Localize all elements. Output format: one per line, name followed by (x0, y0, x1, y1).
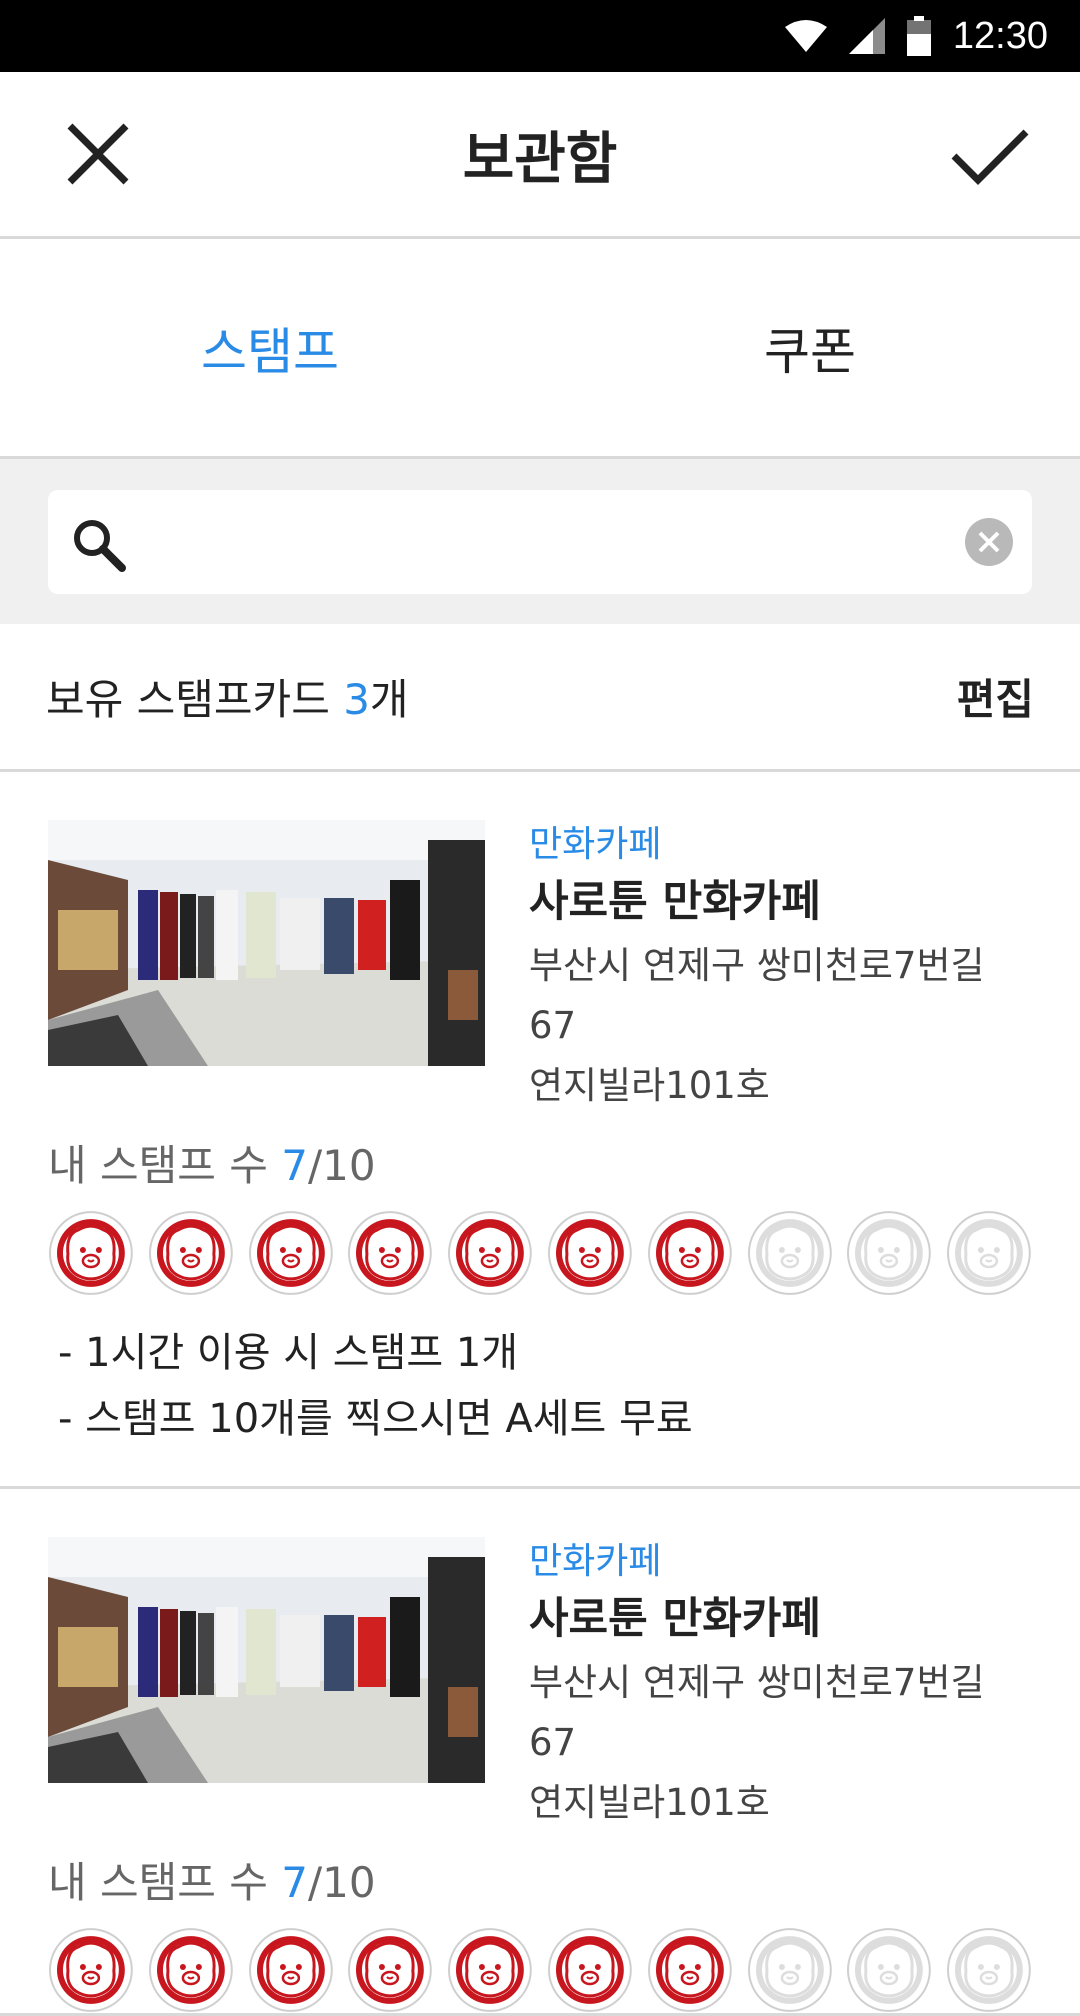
tab-bar: 스탬프 쿠폰 (0, 239, 1080, 459)
stamp-filled-icon (547, 1928, 632, 2012)
clear-icon[interactable] (964, 517, 1014, 567)
search-box (48, 489, 1032, 594)
stamp-filled-icon (448, 1211, 532, 1295)
battery-icon (906, 16, 931, 56)
store-category: 만화카페 (529, 1541, 662, 1582)
stamp-count-label: 내 스탬프 수 (48, 1858, 282, 1907)
stamp-filled-icon (148, 1211, 233, 1295)
store-info: 만화카페 사로툰 만화카페 부산시 연제구 쌍미천로7번길 67 연지빌라101… (529, 1537, 1032, 1833)
check-icon[interactable] (948, 112, 1032, 196)
store-address-line1: 부산시 연제구 쌍미천로7번길 67 (529, 1661, 985, 1764)
store-photo (48, 1537, 485, 1783)
search-icon (74, 519, 126, 572)
store-name: 사로툰 만화카페 (529, 877, 821, 927)
count-suffix: 개 (369, 675, 409, 724)
tab-stamp[interactable]: 스탬프 (0, 239, 540, 456)
store-name: 사로툰 만화카페 (529, 1594, 821, 1644)
description-line-2: - 스탬프 10개를 찍으시면 A세트 무료 (58, 1396, 693, 1442)
stamp-row (48, 1927, 1032, 2013)
status-time: 12:30 (952, 14, 1048, 57)
stampcard[interactable]: 만화카페 사로툰 만화카페 부산시 연제구 쌍미천로7번길 67 연지빌라101… (0, 772, 1080, 1489)
count-number: 3 (343, 675, 370, 724)
status-icons: 12:30 (784, 0, 1048, 72)
wifi-icon (784, 20, 827, 52)
count-prefix: 보유 스탬프카드 (46, 675, 344, 724)
stamp-filled-icon (148, 1928, 233, 2012)
stamp-row (48, 1210, 1032, 1296)
edit-button[interactable]: 편집 (957, 666, 1034, 727)
stampcard-count: 보유 스탬프카드 3개 (46, 666, 409, 727)
stamp-empty-icon (847, 1928, 932, 2012)
stamp-empty-icon (947, 1928, 1031, 2012)
store-address-line2: 연지빌라101호 (529, 1064, 770, 1107)
stamp-count-label: 내 스탬프 수 (48, 1141, 282, 1190)
stampcard-list: 만화카페 사로툰 만화카페 부산시 연제구 쌍미천로7번길 67 연지빌라101… (0, 772, 1080, 2016)
status-bar: 12:30 (0, 0, 1080, 72)
store-category: 만화카페 (529, 824, 662, 865)
stamp-filled-icon (48, 1211, 133, 1295)
stamp-count-total: /10 (308, 1141, 376, 1190)
store-photo (48, 820, 485, 1066)
stamp-description: - 1시간 이용 시 스탬프 1개 - 스탬프 10개를 찍으시면 A세트 무료 (48, 1320, 1032, 1486)
description-line-1: - 1시간 이용 시 스탬프 1개 (58, 1330, 519, 1376)
stampcard[interactable]: 만화카페 사로툰 만화카페 부산시 연제구 쌍미천로7번길 67 연지빌라101… (0, 1489, 1080, 2016)
stamp-filled-icon (348, 1211, 433, 1295)
stamp-filled-icon (547, 1211, 632, 1295)
search-area (0, 459, 1080, 624)
stamp-count-current: 7 (281, 1141, 308, 1190)
stamp-count-current: 7 (281, 1858, 308, 1907)
stamp-filled-icon (48, 1928, 133, 2012)
search-input[interactable] (148, 509, 932, 576)
store-address-line1: 부산시 연제구 쌍미천로7번길 67 (529, 944, 985, 1047)
stamp-filled-icon (348, 1928, 433, 2012)
stamp-filled-icon (248, 1928, 333, 2012)
stamp-count-total: /10 (308, 1858, 376, 1907)
stampcard-summary: 보유 스탬프카드 3개 편집 (0, 624, 1080, 772)
tab-coupon[interactable]: 쿠폰 (540, 239, 1080, 456)
app-bar: 보관함 (0, 72, 1080, 239)
stamp-filled-icon (647, 1211, 732, 1295)
stamp-count: 내 스탬프 수 7/10 (48, 1851, 1032, 1915)
stamp-count: 내 스탬프 수 7/10 (48, 1134, 1032, 1198)
stamp-empty-icon (747, 1928, 832, 2012)
stamp-empty-icon (747, 1211, 832, 1295)
stamp-empty-icon (947, 1211, 1031, 1295)
stamp-filled-icon (448, 1928, 532, 2012)
stamp-filled-icon (248, 1211, 333, 1295)
store-address-line2: 연지빌라101호 (529, 1781, 770, 1824)
page-title: 보관함 (462, 126, 618, 192)
stamp-filled-icon (647, 1928, 732, 2012)
signal-icon (848, 18, 885, 54)
stamp-empty-icon (847, 1211, 932, 1295)
close-icon[interactable] (58, 114, 138, 194)
store-info: 만화카페 사로툰 만화카페 부산시 연제구 쌍미천로7번길 67 연지빌라101… (529, 820, 1032, 1116)
